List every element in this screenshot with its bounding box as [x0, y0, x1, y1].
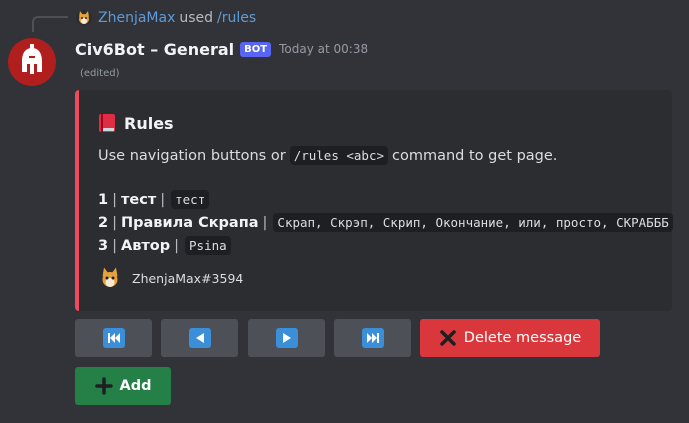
reply-user-avatar[interactable]	[76, 10, 92, 26]
reply-command[interactable]: /rules	[217, 10, 256, 26]
delete-message-label: Delete message	[463, 330, 582, 346]
rule-name: Автор	[120, 237, 171, 254]
last-page-icon	[361, 328, 384, 348]
previous-page-icon	[188, 328, 211, 348]
first-page-button[interactable]	[75, 319, 152, 357]
red-book-icon	[98, 113, 116, 133]
rule-value: Скрап, Скрэп, Скрип, Окончание, или, про…	[273, 213, 673, 232]
description-before: Use navigation buttons or	[98, 147, 286, 164]
rule-name: тест	[120, 191, 157, 208]
author-name[interactable]: Civ6Bot – General	[75, 40, 234, 59]
add-button[interactable]: Add	[75, 367, 171, 405]
cross-icon	[439, 329, 457, 347]
reply-used-text: used	[179, 10, 214, 26]
description-code: /rules <abc>	[289, 146, 388, 165]
message-timestamp[interactable]: Today at 00:38	[279, 42, 368, 56]
next-page-icon	[275, 328, 298, 348]
rule-value: тест	[171, 190, 210, 209]
embed-title-text: Rules	[124, 113, 174, 133]
rule-value: Psina	[185, 236, 231, 255]
last-page-button[interactable]	[334, 319, 411, 357]
embed-title: Rules	[98, 113, 174, 133]
rule-separator: |	[112, 214, 117, 231]
reply-username[interactable]: ZhenjaMax	[98, 10, 175, 26]
rule-number: 3	[98, 237, 109, 254]
reply-reference[interactable]: ZhenjaMax used /rules	[76, 8, 256, 28]
plus-icon	[94, 377, 113, 395]
message-header: Civ6Bot – General BOT Today at 00:38	[75, 38, 368, 60]
rule-row: 3 | Автор | Psina	[98, 236, 231, 255]
embed-footer: ZhenjaMax#3594	[98, 266, 243, 290]
delete-message-button[interactable]: Delete message	[420, 319, 600, 357]
rule-number: 1	[98, 191, 109, 208]
rule-row: 1 | тест | тест	[98, 190, 210, 209]
rule-separator: |	[112, 191, 117, 208]
embed-description: Use navigation buttons or /rules <abc> c…	[98, 146, 557, 165]
rule-row: 2 | Правила Скрапа | Скрап, Скрэп, Скрип…	[98, 213, 673, 232]
rule-name: Правила Скрапа	[120, 214, 259, 231]
spartan-helmet-icon	[22, 44, 42, 74]
reply-connector	[32, 16, 68, 32]
rule-separator: |	[174, 237, 180, 254]
rules-embed: Rules Use navigation buttons or /rules <…	[75, 90, 673, 311]
rule-number: 2	[98, 214, 109, 231]
next-page-button[interactable]	[248, 319, 325, 357]
footer-text: ZhenjaMax#3594	[132, 270, 244, 286]
first-page-icon	[102, 328, 125, 348]
bot-avatar[interactable]	[8, 38, 56, 86]
add-label: Add	[119, 378, 152, 394]
rule-separator: |	[112, 237, 117, 254]
rule-separator: |	[262, 214, 268, 231]
previous-page-button[interactable]	[161, 319, 238, 357]
footer-avatar	[98, 266, 122, 290]
description-after: command to get page.	[392, 147, 558, 164]
bot-badge: BOT	[240, 41, 272, 57]
rule-separator: |	[160, 191, 166, 208]
edited-label: (edited)	[80, 68, 120, 79]
